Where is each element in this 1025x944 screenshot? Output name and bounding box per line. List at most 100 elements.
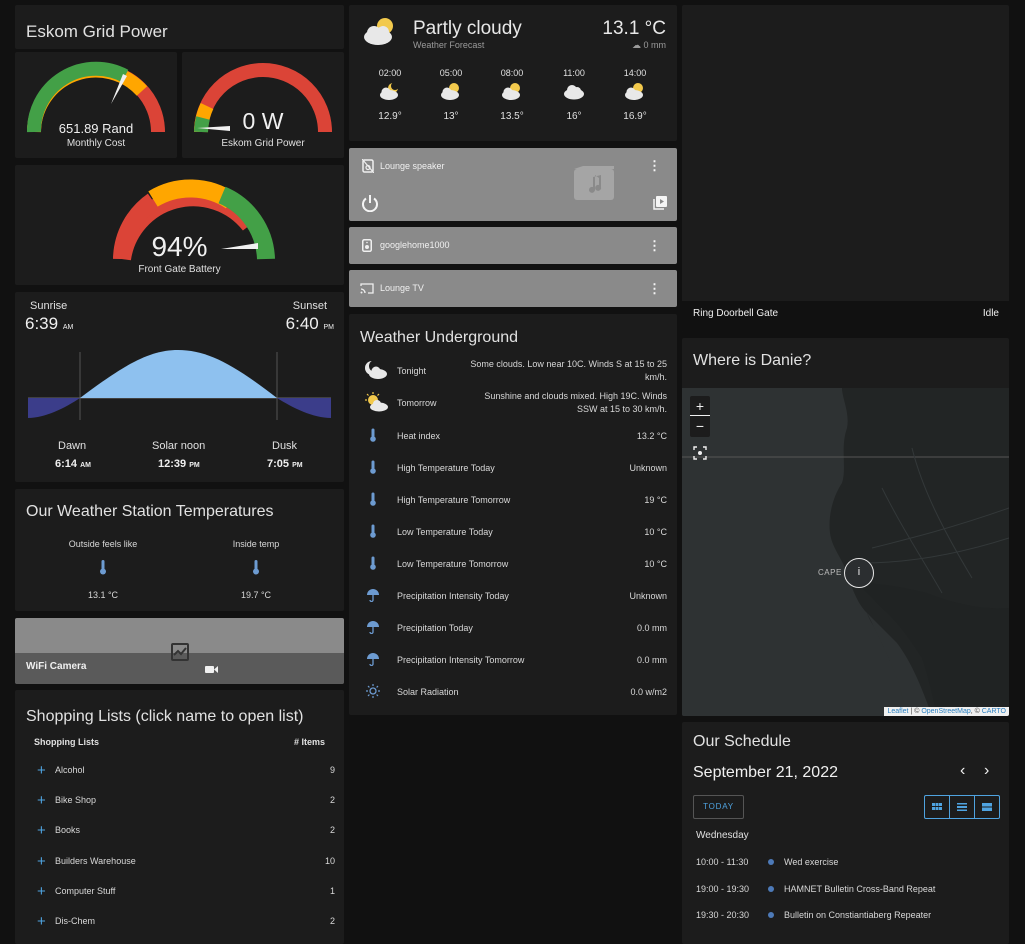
battery-gauge[interactable]: 94% Front Gate Battery [15, 165, 344, 285]
forecast-hour-temp: 12.9° [378, 111, 402, 122]
wu-row-precip-today[interactable]: Precipitation Today 0.0 mm [349, 612, 677, 644]
cloud-rain-icon: ☁ [631, 40, 641, 50]
shopping-list-name[interactable]: Dis-Chem [55, 916, 95, 926]
week-view-icon[interactable] [950, 796, 975, 818]
forecast-hour-temp: 13.5° [500, 111, 524, 122]
shopping-list-name[interactable]: Bike Shop [55, 795, 96, 805]
forecast-condition: Partly cloudy [413, 18, 522, 39]
dawn-time: 6:14 AM [55, 458, 91, 470]
wu-row-precip-intensity-today[interactable]: Precipitation Intensity Today Unknown [349, 580, 677, 612]
map-person-marker[interactable]: i [844, 558, 874, 588]
fit-bounds-icon[interactable] [693, 446, 707, 460]
wu-row-name: Heat index [397, 431, 441, 441]
lounge-tv-label: Lounge TV [380, 283, 424, 293]
add-icon[interactable]: + [37, 762, 53, 779]
thermometer-icon [349, 492, 383, 508]
sunset-ampm: PM [323, 324, 335, 331]
video-camera-icon[interactable] [205, 665, 218, 674]
wifi-camera-card[interactable]: WiFi Camera [15, 618, 344, 684]
shopping-row[interactable]: + Builders Warehouse 10 [35, 846, 335, 876]
leaflet-link[interactable]: Leaflet [887, 708, 908, 715]
add-icon[interactable]: + [37, 822, 53, 839]
monthly-cost-gauge[interactable]: 651.89 Rand Monthly Cost [15, 52, 177, 158]
forecast-hour-temp: 16.9° [623, 111, 647, 122]
inside-temp-entity[interactable]: Inside temp 19.7 °C [196, 539, 316, 600]
wu-row-high-tomorrow[interactable]: High Temperature Tomorrow 19 °C [349, 484, 677, 516]
lounge-tv-menu-icon[interactable]: ⋮ [648, 282, 661, 295]
power-icon[interactable] [361, 194, 379, 212]
media-placeholder-icon [574, 166, 614, 200]
schedule-event[interactable]: 10:00 - 11:30 Wed exercise [696, 857, 996, 867]
add-icon[interactable]: + [37, 792, 53, 809]
month-view-icon[interactable] [925, 796, 950, 818]
schedule-event[interactable]: 19:30 - 20:30 Bulletin on Constiantiaber… [696, 910, 996, 920]
wu-row-solar-radiation[interactable]: Solar Radiation 0.0 w/m2 [349, 676, 677, 708]
lounge-speaker-menu-icon[interactable]: ⋮ [648, 159, 661, 172]
schedule-date: September 21, 2022 [693, 764, 838, 781]
dusk-time-value: 7:05 [267, 458, 290, 470]
osm-link[interactable]: OpenStreetMap [921, 708, 970, 715]
wu-row-name: Solar Radiation [397, 687, 459, 697]
zoom-in-button[interactable]: + [690, 396, 710, 416]
ring-doorbell-card[interactable]: Ring Doorbell Gate Idle [682, 5, 1009, 332]
weather-forecast-card[interactable]: Partly cloudy Weather Forecast 13.1 °C ☁… [349, 5, 677, 141]
wu-row-name: High Temperature Today [397, 463, 495, 473]
shopping-row[interactable]: + Bike Shop 2 [35, 785, 335, 815]
sun-card[interactable]: Sunrise 6:39 AM Sunset 6:40 PM Dawn 6:14… [15, 292, 344, 482]
shopping-row[interactable]: + Dis-Chem 2 [35, 906, 335, 936]
wu-row-precip-intensity-tomorrow[interactable]: Precipitation Intensity Tomorrow 0.0 mm [349, 644, 677, 676]
wu-row-name: Tomorrow [397, 398, 437, 408]
wu-row-tomorrow[interactable]: Tomorrow Sunshine and clouds mixed. High… [349, 387, 677, 419]
event-name: Wed exercise [784, 857, 839, 867]
wu-row-high-today[interactable]: High Temperature Today Unknown [349, 452, 677, 484]
forecast-hour-time: 02:00 [378, 68, 402, 78]
lounge-tv-card[interactable]: Lounge TV ⋮ [349, 270, 677, 307]
grid-power-gauge[interactable]: 0 W Eskom Grid Power [182, 52, 344, 158]
shopping-row[interactable]: + Books 2 [35, 815, 335, 845]
day-view-icon[interactable] [975, 796, 999, 818]
googlehome-menu-icon[interactable]: ⋮ [648, 239, 661, 252]
next-month-icon[interactable]: › [984, 762, 989, 780]
carto-link[interactable]: CARTO [982, 708, 1006, 715]
schedule-event[interactable]: 19:00 - 19:30 HAMNET Bulletin Cross-Band… [696, 884, 996, 894]
add-icon[interactable]: + [37, 853, 53, 870]
shopping-list-name[interactable]: Books [55, 825, 80, 835]
wu-row-low-tomorrow[interactable]: Low Temperature Tomorrow 10 °C [349, 548, 677, 580]
add-icon[interactable]: + [37, 883, 53, 900]
today-button[interactable]: TODAY [693, 795, 744, 819]
dusk-ampm: PM [292, 462, 303, 469]
dawn-ampm: AM [80, 462, 91, 469]
shopping-row[interactable]: + Alcohol 9 [35, 755, 335, 785]
map-view[interactable]: + − CAPE i Leaflet | © OpenStreetMap, © … [682, 388, 1009, 716]
zoom-out-button[interactable]: − [690, 416, 710, 436]
sunrise-label: Sunrise [30, 300, 68, 312]
add-icon[interactable]: + [37, 913, 53, 930]
shopping-list-name[interactable]: Computer Stuff [55, 886, 115, 896]
media-browse-icon[interactable] [653, 196, 667, 210]
wu-row-heat-index[interactable]: Heat index 13.2 °C [349, 420, 677, 452]
googlehome-card[interactable]: googlehome1000 ⋮ [349, 227, 677, 264]
prev-month-icon[interactable]: ‹ [960, 762, 965, 780]
wu-row-low-today[interactable]: Low Temperature Today 10 °C [349, 516, 677, 548]
wu-row-tonight[interactable]: Tonight Some clouds. Low near 10C. Winds… [349, 355, 677, 387]
camera-label: WiFi Camera [26, 661, 87, 672]
thermometer-icon [100, 560, 106, 575]
outside-temp-entity[interactable]: Outside feels like 13.1 °C [43, 539, 163, 600]
schedule-title: Our Schedule [693, 733, 791, 750]
shopping-list-name[interactable]: Alcohol [55, 765, 85, 775]
shopping-row[interactable]: + Computer Stuff 1 [35, 876, 335, 906]
schedule-card: Our Schedule September 21, 2022 ‹ › TODA… [682, 722, 1009, 944]
cost-label: Monthly Cost [66, 138, 126, 149]
wu-row-value: 10 °C [644, 558, 667, 569]
wu-row-name: Low Temperature Today [397, 527, 493, 537]
lounge-speaker-card[interactable]: Lounge speaker ⋮ [349, 148, 677, 221]
dusk-time: 7:05 PM [267, 458, 303, 470]
weather-underground-title: Weather Underground [360, 329, 519, 346]
attribution-separator: , © [970, 708, 982, 715]
shopping-list-name[interactable]: Builders Warehouse [55, 856, 136, 866]
map-title: Where is Danie? [693, 352, 812, 369]
event-name: HAMNET Bulletin Cross-Band Repeat [784, 884, 936, 894]
event-dot [768, 859, 774, 865]
schedule-day: Wednesday [696, 830, 749, 841]
shopping-lists-title: Shopping Lists (click name to open list) [26, 708, 304, 725]
